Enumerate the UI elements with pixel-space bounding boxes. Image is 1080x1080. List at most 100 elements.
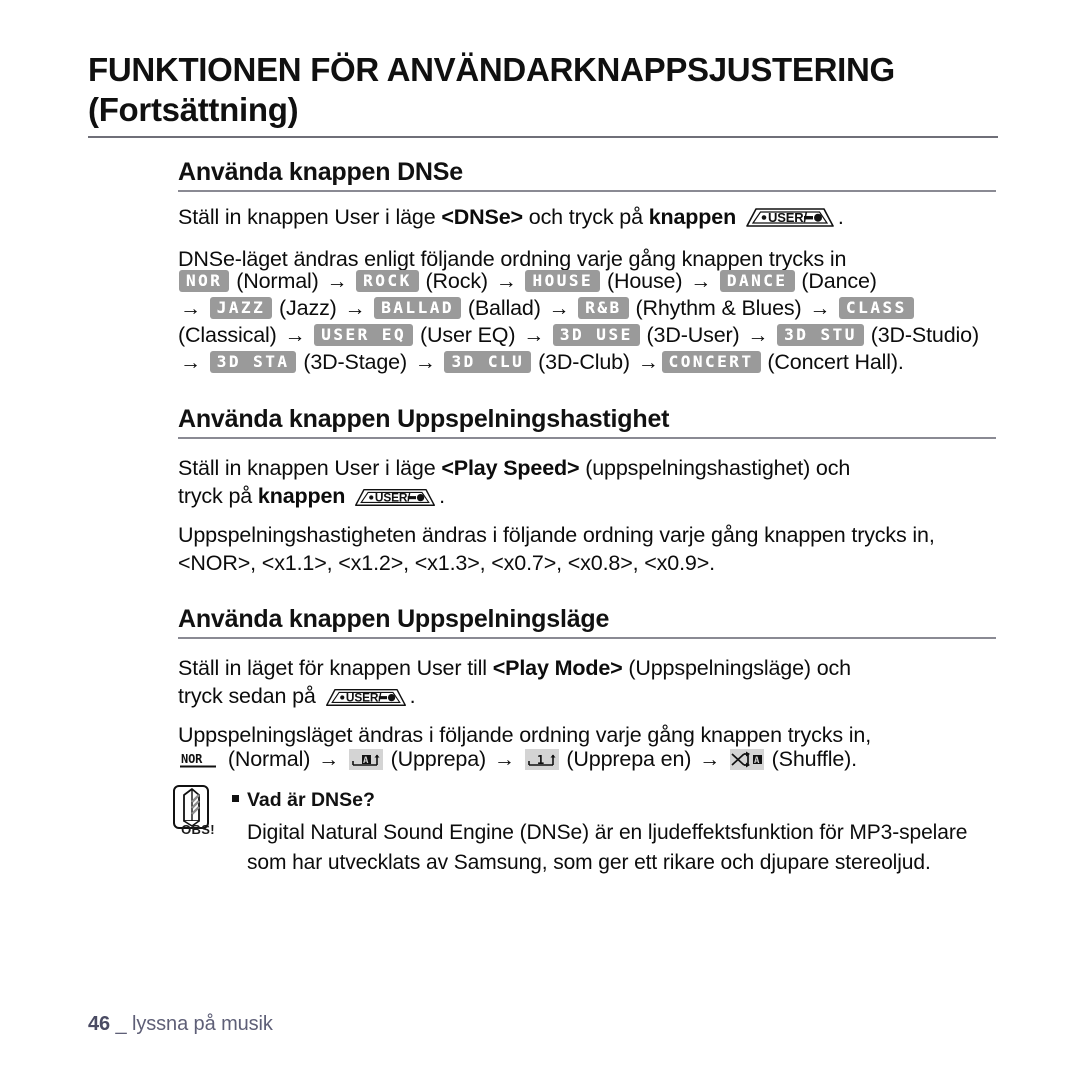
play-mode-label-repeat-one: (Upprepa en): [566, 747, 692, 771]
page-title: FUNKTIONEN FÖR ANVÄNDARKNAPPSJUSTERING (…: [88, 50, 998, 131]
chain-arrow: →: [344, 297, 366, 320]
dnse-label-jazz: (Jazz): [279, 296, 337, 320]
dnse-badge-3dclu: 3D CLU: [444, 351, 532, 373]
play-speed-line2-pre: tryck på: [178, 484, 258, 508]
page-footer: 46 _ lyssna på musik: [88, 1013, 273, 1036]
note-bullet-icon: [232, 795, 239, 802]
dnse-intro-post: .: [837, 205, 844, 229]
normal-mode-icon: NOR: [180, 749, 220, 770]
chain-arrow: →: [747, 324, 769, 347]
chain-arrow: →: [699, 748, 720, 771]
svg-text:USER/: USER/: [345, 691, 381, 705]
play-mode-label-repeat: (Upprepa): [390, 747, 487, 771]
user-button-icon: USER/: [324, 686, 408, 708]
section-heading-dnse: Använda knappen DNSe: [178, 158, 463, 186]
dnse-label-dance: (Dance): [801, 269, 877, 293]
dnse-label-3duser: (3D-User): [646, 323, 740, 347]
note-obs-label: OBS!: [181, 822, 215, 837]
play-mode-token: <Play Mode>: [492, 656, 623, 680]
dnse-badge-concert: CONCERT: [661, 351, 761, 373]
dnse-badge-house: HOUSE: [525, 270, 601, 292]
svg-text:NOR: NOR: [181, 752, 203, 766]
section-divider-play-mode: [178, 637, 996, 639]
dnse-label-concerthall: (Concert Hall).: [767, 350, 904, 374]
user-button-icon: USER/: [353, 486, 437, 508]
chapter-title-line-2: (Fortsättning): [88, 91, 299, 129]
dnse-label-3dstage: (3D-Stage): [303, 350, 407, 374]
dnse-label-nor: (Normal): [236, 269, 319, 293]
dnse-badge-ballad: BALLAD: [374, 297, 461, 319]
dnse-label-ballad: (Ballad): [467, 296, 541, 320]
chain-arrow: →: [493, 748, 515, 771]
chain-arrow: →: [414, 351, 436, 374]
footer-separator: _: [115, 1013, 127, 1035]
chain-arrow: →: [180, 351, 201, 374]
chain-arrow: →: [495, 270, 517, 293]
dnse-label-rock: (Rock): [425, 269, 489, 293]
title-divider: [88, 136, 998, 138]
play-mode-intro-line-1: Ställ in läget för knappen User till <Pl…: [178, 654, 1003, 682]
dnse-label-class: (Classical): [178, 323, 277, 347]
play-speed-intro-mid: (uppspelningshastighet) och: [579, 456, 851, 480]
svg-text:USER/: USER/: [768, 210, 808, 225]
dnse-knappen-bold: knappen: [648, 205, 737, 229]
repeat-one-icon: 1: [524, 749, 559, 770]
dnse-mode-chain-3: (Classical) → USER EQ (User EQ) → 3D USE…: [178, 322, 1003, 349]
chain-arrow: →: [548, 297, 570, 320]
play-speed-intro-line-1: Ställ in knappen User i läge <Play Speed…: [178, 454, 1003, 482]
dnse-intro-mid: och tryck på: [522, 205, 649, 229]
play-mode-order-text: Uppspelningsläget ändras i följande ordn…: [178, 723, 872, 747]
dnse-intro-pre: Ställ in knappen User i läge: [178, 205, 442, 229]
play-mode-intro-line-2: tryck sedan på USER/ .: [178, 682, 1003, 710]
section-divider-play-speed: [178, 437, 996, 439]
play-speed-knappen-bold: knappen: [257, 484, 346, 508]
chain-arrow: →: [809, 297, 831, 320]
dnse-badge-class: CLASS: [839, 297, 914, 319]
note-title: Vad är DNSe?: [247, 789, 375, 811]
section-divider-dnse: [178, 190, 996, 192]
chain-arrow: →: [326, 270, 348, 293]
dnse-badge-jazz: JAZZ: [209, 297, 273, 319]
play-speed-values: <NOR>, <x1.1>, <x1.2>, <x1.3>, <x0.7>, <…: [178, 551, 715, 575]
dnse-mode-token: <DNSe>: [441, 205, 523, 229]
dnse-mode-chain: NOR (Normal) → ROCK (Rock) → HOUSE (Hous…: [178, 268, 1003, 295]
dnse-mode-chain-4: → 3D STA (3D-Stage) → 3D CLU (3D-Club) →…: [178, 349, 1003, 376]
chain-arrow: →: [284, 324, 306, 347]
section-heading-play-speed: Använda knappen Uppspelningshastighet: [178, 405, 670, 433]
dnse-mode-chain-2: → JAZZ (Jazz) → BALLAD (Ballad) → R&B (R…: [178, 295, 1003, 322]
dnse-badge-3dsta: 3D STA: [209, 351, 297, 373]
user-button-icon: USER/: [744, 205, 836, 229]
repeat-all-icon: A: [348, 749, 383, 770]
chain-arrow: →: [523, 324, 545, 347]
play-mode-chain: NOR (Normal) → A (Upprepa) → 1 (Upprepa …: [178, 746, 1003, 773]
dnse-badge-rnb: R&B: [578, 297, 629, 319]
dnse-badge-3dstu: 3D STU: [777, 324, 864, 346]
dnse-badge-usereq: USER EQ: [314, 324, 414, 346]
play-speed-order-text: Uppspelningshastigheten ändras i följand…: [178, 523, 935, 547]
manual-page: FUNKTIONEN FÖR ANVÄNDARKNAPPSJUSTERING (…: [0, 0, 1080, 1080]
play-mode-line2-pre: tryck sedan på: [178, 684, 322, 708]
svg-text:A: A: [754, 756, 760, 766]
section-heading-play-mode: Använda knappen Uppspelningsläge: [178, 605, 610, 633]
svg-text:USER/: USER/: [375, 491, 411, 505]
play-mode-label-shuffle: (Shuffle).: [771, 747, 857, 771]
dnse-label-house: (House): [606, 269, 683, 293]
chain-arrow: →: [180, 297, 201, 320]
play-mode-label-normal: (Normal): [227, 747, 311, 771]
dnse-label-3dclub: (3D-Club): [538, 350, 630, 374]
chapter-title-line-1: FUNKTIONEN FÖR ANVÄNDARKNAPPSJUSTERING: [88, 51, 895, 88]
dnse-badge-dance: DANCE: [719, 270, 795, 292]
shuffle-icon: A: [729, 749, 764, 770]
play-speed-mode-token: <Play Speed>: [441, 456, 580, 480]
play-mode-intro-pre: Ställ in läget för knappen User till: [178, 656, 493, 680]
dnse-label-3dstudio: (3D-Studio): [870, 323, 979, 347]
play-mode-intro-mid: (Uppspelningsläge) och: [622, 656, 851, 680]
play-speed-intro-pre: Ställ in knappen User i läge: [178, 456, 442, 480]
chain-arrow: →: [318, 748, 339, 771]
footer-page-number: 46: [88, 1013, 111, 1035]
play-speed-intro-line-2: tryck på knappen USER/ .: [178, 482, 1003, 510]
dnse-label-usereq: (User EQ): [419, 323, 516, 347]
dnse-badge-rock: ROCK: [356, 270, 419, 292]
dnse-intro-paragraph: Ställ in knappen User i läge <DNSe> och …: [178, 203, 1003, 231]
dnse-badge-3duse: 3D USE: [552, 324, 640, 346]
